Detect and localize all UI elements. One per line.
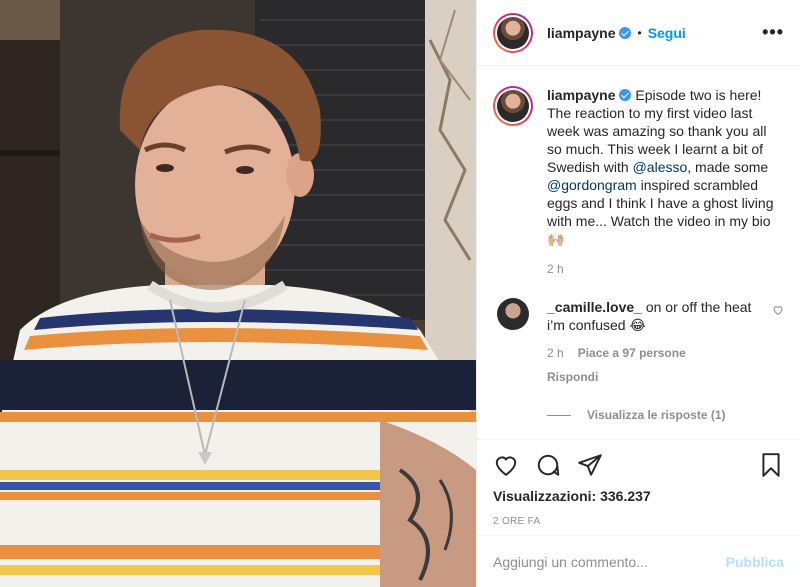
views-number: 336.237 — [600, 488, 651, 504]
add-comment-bar: Pubblica — [477, 535, 800, 587]
verified-icon — [619, 26, 632, 39]
caption: liampayne Episode two is here! The react… — [493, 86, 784, 278]
comment-input[interactable] — [493, 553, 726, 570]
post-actions: Visualizzazioni: 336.237 2 ORE FA — [477, 439, 800, 535]
instagram-post: liampayne • Segui ••• liampayne Episode … — [0, 0, 800, 587]
heart-icon[interactable] — [493, 452, 519, 478]
caption-time[interactable]: 2 h — [547, 260, 775, 278]
caption-body: liampayne Episode two is here! The react… — [547, 86, 775, 278]
post-video[interactable] — [0, 0, 476, 587]
post-header: liampayne • Segui ••• — [477, 0, 800, 66]
like-comment-heart-icon[interactable] — [772, 304, 784, 316]
post-sidebar: liampayne • Segui ••• liampayne Episode … — [476, 0, 800, 587]
comment-likes[interactable]: Piace a 97 persone — [578, 344, 686, 362]
views-count[interactable]: Visualizzazioni: 336.237 — [493, 488, 784, 504]
caption-username[interactable]: liampayne — [547, 87, 615, 103]
action-icons — [493, 452, 784, 478]
commenter-avatar[interactable] — [497, 298, 529, 330]
view-replies-label: Visualizza le risposte (1) — [587, 408, 726, 422]
comment-body: _camille.love_ on or off the heat i’m co… — [547, 298, 761, 386]
commenter-username[interactable]: _camille.love_ — [547, 299, 642, 315]
comment-icon[interactable] — [535, 452, 561, 478]
view-replies-line — [547, 414, 571, 416]
reply-button[interactable]: Rispondi — [547, 368, 761, 386]
follow-button[interactable]: Segui — [648, 25, 686, 41]
comment-time[interactable]: 2 h — [547, 344, 564, 362]
caption-avatar[interactable] — [493, 86, 533, 126]
mention-gordongram[interactable]: @gordongram — [547, 177, 637, 193]
bookmark-icon[interactable] — [758, 452, 784, 478]
comment-item: _camille.love_ on or off the heat i’m co… — [493, 298, 784, 386]
posted-time[interactable]: 2 ORE FA — [493, 516, 784, 527]
publish-button[interactable]: Pubblica — [726, 554, 784, 570]
mention-alesso[interactable]: @alesso — [633, 159, 688, 175]
video-frame — [0, 0, 476, 587]
more-icon[interactable]: ••• — [762, 22, 784, 43]
views-label: Visualizzazioni: — [493, 488, 597, 504]
share-icon[interactable] — [577, 452, 603, 478]
author-username[interactable]: liampayne — [547, 25, 615, 41]
caption-text-2: , made some — [687, 159, 769, 175]
verified-icon — [619, 89, 632, 101]
comments-section: liampayne Episode two is here! The react… — [477, 66, 800, 439]
view-replies-button[interactable]: Visualizza le risposte (1) — [547, 408, 784, 422]
comment-meta: 2 h Piace a 97 persone — [547, 344, 761, 362]
author-avatar[interactable] — [493, 12, 533, 53]
header-separator: • — [637, 25, 642, 40]
